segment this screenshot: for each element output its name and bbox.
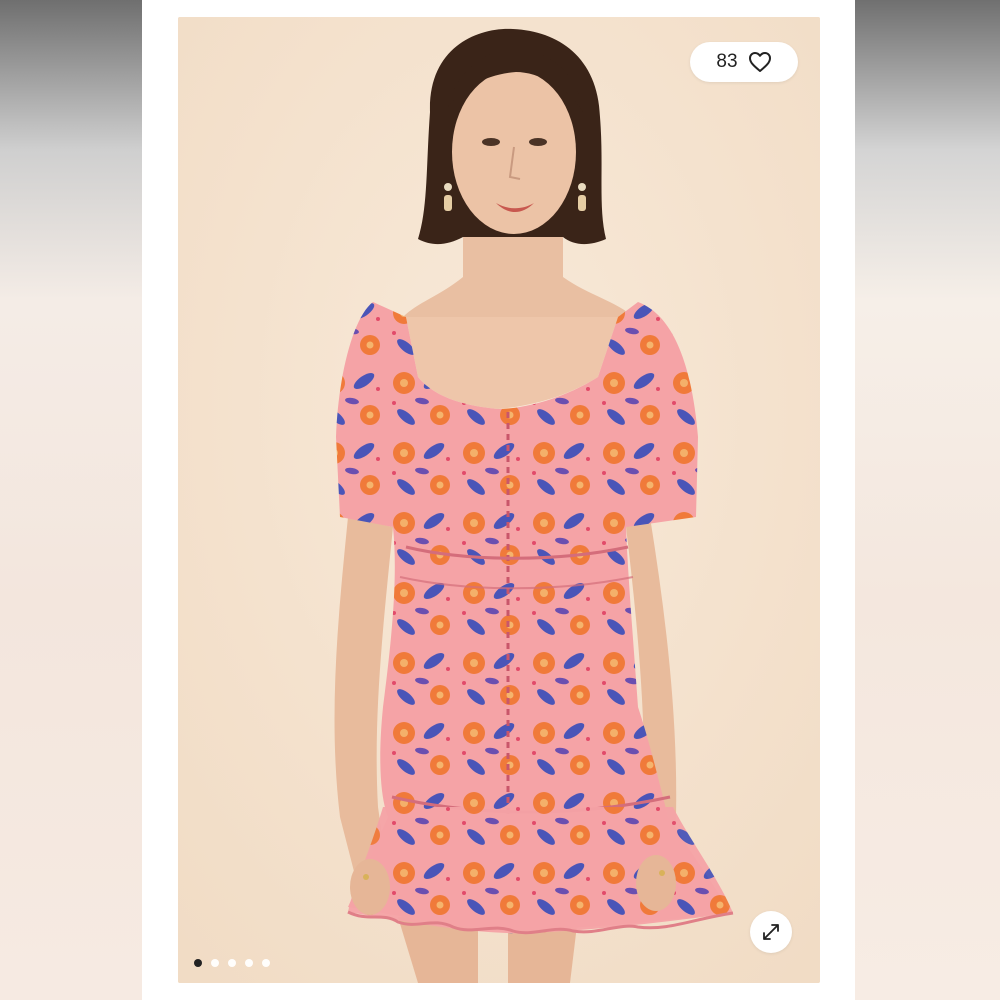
carousel-dot-1[interactable] — [194, 959, 202, 967]
left-blur-margin — [0, 0, 142, 1000]
carousel-dot-5[interactable] — [262, 959, 270, 967]
fullscreen-button[interactable] — [750, 911, 792, 953]
carousel-dot-4[interactable] — [245, 959, 253, 967]
heart-outline-icon — [748, 52, 771, 72]
listing-photo-card: 83 — [142, 0, 855, 1000]
right-blur-margin — [855, 0, 1000, 1000]
carousel-dot-3[interactable] — [228, 959, 236, 967]
expand-arrows-icon — [763, 924, 779, 940]
model-in-floral-dress-illustration — [178, 17, 820, 983]
like-button[interactable]: 83 — [690, 42, 798, 82]
carousel-dot-2[interactable] — [211, 959, 219, 967]
photo-carousel-indicator — [194, 959, 270, 967]
likes-count: 83 — [716, 51, 738, 72]
product-photo[interactable]: 83 — [178, 17, 820, 983]
